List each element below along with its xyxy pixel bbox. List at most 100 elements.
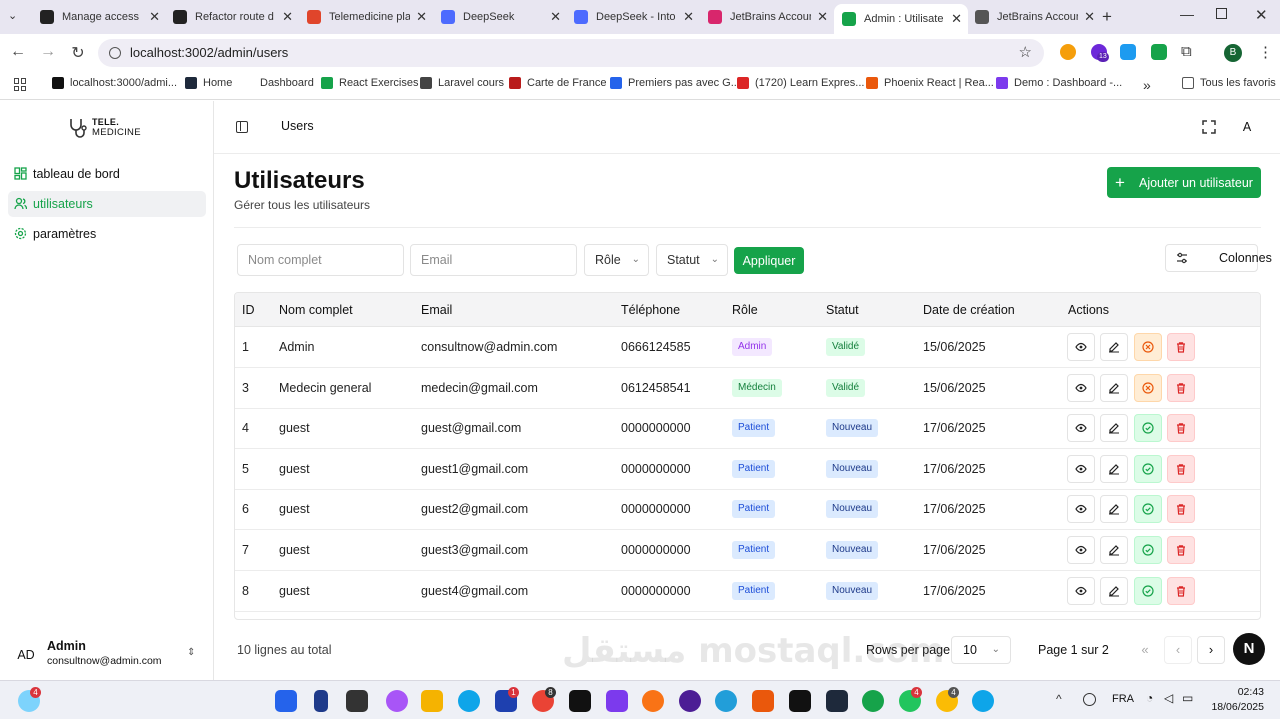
edit-button[interactable]: [1100, 414, 1128, 443]
close-tab-icon[interactable]: ✕: [416, 9, 427, 25]
validate-button[interactable]: [1134, 576, 1162, 605]
browser-tab[interactable]: Telemedicine pla ✕: [299, 4, 433, 30]
bookmark-item[interactable]: React Exercises: [321, 77, 418, 89]
sidebar-item-settings[interactable]: paramètres: [8, 221, 206, 247]
view-button[interactable]: [1067, 454, 1095, 483]
search-icon[interactable]: [314, 690, 328, 712]
delete-button[interactable]: [1167, 536, 1195, 564]
wifi-icon[interactable]: ◔: [1146, 691, 1153, 705]
invalidate-button[interactable]: [1134, 373, 1162, 402]
clock-date[interactable]: 18/06/2025: [1196, 701, 1264, 713]
column-header[interactable]: Nom complet: [279, 303, 353, 317]
bookmark-item[interactable]: localhost:3000/admi...: [52, 77, 177, 89]
close-tab-icon[interactable]: ✕: [282, 9, 293, 25]
back-icon[interactable]: ←: [8, 43, 28, 61]
delete-button[interactable]: [1167, 414, 1195, 443]
bookmark-item[interactable]: Demo : Dashboard -...: [996, 77, 1122, 89]
file-explorer-icon[interactable]: [421, 690, 443, 712]
maximize-icon[interactable]: [1216, 8, 1227, 19]
validate-button[interactable]: [1134, 536, 1162, 564]
delete-button[interactable]: [1167, 333, 1195, 361]
column-header[interactable]: Statut: [826, 303, 859, 317]
columns-button[interactable]: Colonnes: [1165, 244, 1272, 272]
view-button[interactable]: [1067, 333, 1095, 361]
intellij-icon[interactable]: [789, 690, 811, 712]
extensions-puzzle-icon[interactable]: ⧉: [1181, 43, 1192, 60]
name-filter-input[interactable]: Nom complet: [237, 244, 404, 276]
view-button[interactable]: [1067, 536, 1095, 564]
windows-start-icon[interactable]: [275, 690, 297, 712]
close-tab-icon[interactable]: ✕: [817, 9, 828, 25]
sidebar-toggle-icon[interactable]: [236, 121, 248, 133]
forward-icon[interactable]: →: [38, 43, 58, 61]
terminal-icon[interactable]: [826, 690, 848, 712]
bookmark-item[interactable]: Premiers pas avec G...: [610, 77, 740, 89]
extension-icon[interactable]: [1060, 44, 1076, 60]
postman-icon[interactable]: [642, 690, 664, 712]
user-menu[interactable]: AD Admin consultnow@admin.com ⇕: [10, 635, 206, 673]
battery-icon[interactable]: ▭: [1182, 691, 1193, 705]
sidebar-item-dashboard[interactable]: tableau de bord: [8, 161, 206, 187]
app-icon[interactable]: [972, 690, 994, 712]
status-filter-select[interactable]: Statut ⌄: [656, 244, 728, 276]
bookmark-item[interactable]: (1720) Learn Expres...: [737, 77, 864, 89]
new-tab-button[interactable]: +: [1102, 7, 1112, 27]
validate-button[interactable]: [1134, 495, 1162, 524]
webstorm-icon[interactable]: [569, 690, 591, 712]
edit-button[interactable]: [1100, 495, 1128, 524]
browser-tab[interactable]: Admin : Utilisate ✕: [834, 4, 968, 34]
edit-button[interactable]: [1100, 373, 1128, 402]
url-input[interactable]: localhost:3002/admin/users ☆: [98, 39, 1044, 67]
close-window-icon[interactable]: ✕: [1255, 6, 1268, 24]
validate-button[interactable]: [1134, 454, 1162, 483]
validate-button[interactable]: [1134, 414, 1162, 443]
tray-chevron-icon[interactable]: ^: [1056, 692, 1062, 706]
apps-grid-icon[interactable]: [14, 78, 27, 91]
column-header[interactable]: ID: [242, 303, 255, 317]
all-bookmarks[interactable]: Tous les favoris: [1182, 77, 1276, 89]
email-filter-input[interactable]: Email: [410, 244, 577, 276]
close-tab-icon[interactable]: ✕: [550, 9, 561, 25]
volume-icon[interactable]: ◁: [1164, 691, 1173, 705]
browser-tab[interactable]: DeepSeek ✕: [433, 4, 567, 30]
bookmark-item[interactable]: Home: [185, 77, 232, 89]
role-filter-select[interactable]: Rôle ⌄: [584, 244, 649, 276]
task-view-icon[interactable]: [346, 690, 368, 712]
rows-per-page-select[interactable]: 10 ⌄: [951, 636, 1011, 664]
close-tab-icon[interactable]: ✕: [683, 9, 694, 25]
sidebar-item-users[interactable]: utilisateurs: [8, 191, 206, 217]
hs-app-icon[interactable]: [862, 690, 884, 712]
browser-tab[interactable]: DeepSeek - Into ✕: [566, 4, 700, 30]
delete-button[interactable]: [1167, 576, 1195, 605]
extension-icon[interactable]: [1151, 44, 1167, 60]
podcast-icon[interactable]: [679, 690, 701, 712]
extension-icon[interactable]: [1120, 44, 1136, 60]
browser-tab[interactable]: JetBrains Accoun ✕: [700, 4, 834, 30]
view-button[interactable]: [1067, 576, 1095, 605]
minimize-icon[interactable]: —: [1180, 6, 1194, 22]
tray-icon[interactable]: [1083, 693, 1096, 706]
clock-time[interactable]: 02:43: [1212, 686, 1264, 698]
next-page-icon[interactable]: ›: [1197, 636, 1225, 664]
app-icon[interactable]: [752, 690, 774, 712]
first-page-icon[interactable]: «: [1131, 636, 1159, 664]
close-tab-icon[interactable]: ✕: [951, 11, 962, 27]
close-tab-icon[interactable]: ✕: [1084, 9, 1095, 25]
edit-button[interactable]: [1100, 454, 1128, 483]
view-button[interactable]: [1067, 414, 1095, 443]
add-user-button[interactable]: + Ajouter un utilisateur: [1107, 167, 1261, 198]
browser-tab[interactable]: JetBrains Accoun ✕: [967, 4, 1101, 30]
profile-avatar[interactable]: B: [1224, 44, 1242, 62]
language-indicator[interactable]: FRA: [1112, 693, 1134, 705]
bookmark-item[interactable]: Carte de France: [509, 77, 606, 89]
delete-button[interactable]: [1167, 495, 1195, 524]
bookmark-item[interactable]: Dashboard: [242, 77, 314, 89]
view-button[interactable]: [1067, 495, 1095, 524]
reload-icon[interactable]: ↻: [68, 43, 88, 63]
avatar[interactable]: A: [1233, 113, 1261, 141]
browser-tab[interactable]: Refactor route d ✕: [165, 4, 299, 30]
edit-button[interactable]: [1100, 576, 1128, 605]
fullscreen-button[interactable]: [1195, 113, 1223, 141]
column-header[interactable]: Date de création: [923, 303, 1015, 317]
edit-button[interactable]: [1100, 333, 1128, 361]
